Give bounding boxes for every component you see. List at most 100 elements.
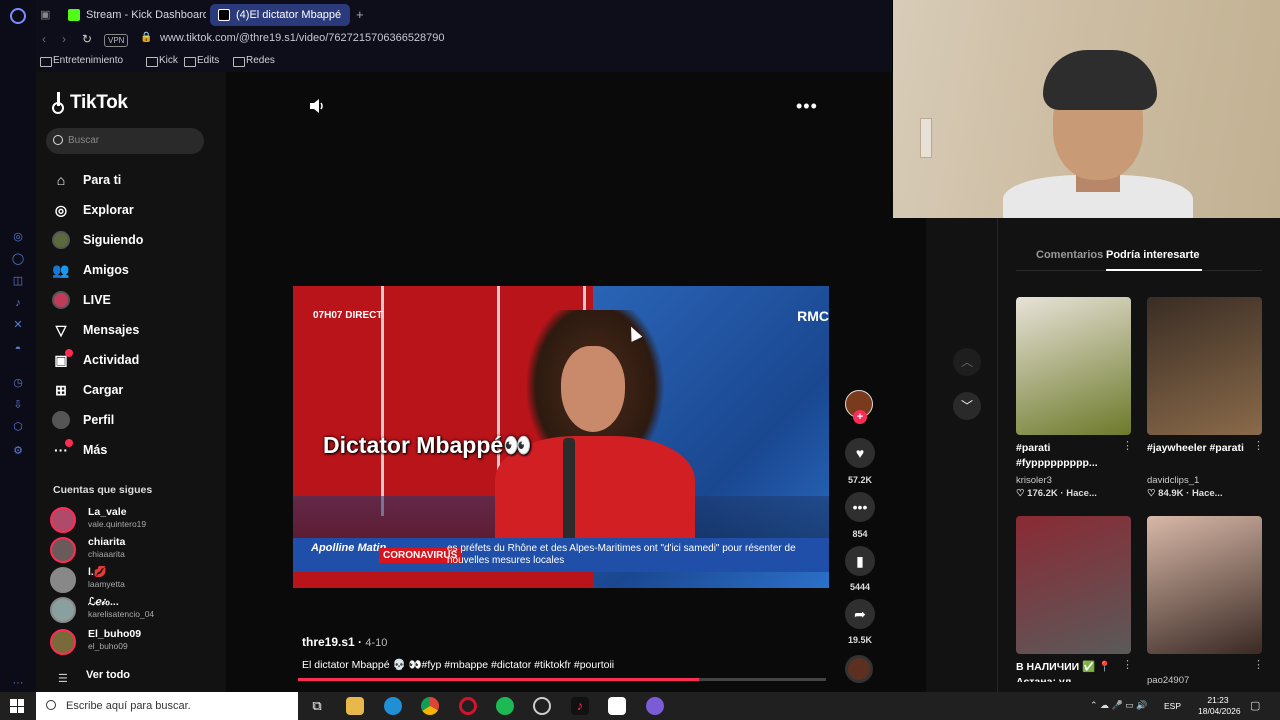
- avatar: [50, 629, 76, 655]
- discord-app-icon[interactable]: [646, 697, 664, 715]
- suggested-video-title[interactable]: #jaywheeler #parati: [1147, 441, 1257, 456]
- notifications-icon[interactable]: ▢: [1250, 699, 1260, 712]
- more-options-icon[interactable]: ⋮: [1253, 658, 1264, 671]
- tiktok-logo[interactable]: TikTok: [52, 92, 128, 114]
- vpn-badge[interactable]: VPN: [104, 34, 129, 47]
- nav-item-siguiendo[interactable]: Siguiendo: [50, 228, 210, 252]
- suggested-video-title[interactable]: В НАЛИЧИИ ✅ 📍 Астана: ул...: [1016, 660, 1126, 682]
- opera-logo-icon[interactable]: [10, 8, 26, 24]
- nav-item-perfil[interactable]: Perfil: [50, 408, 210, 432]
- following-item[interactable]: La_vale vale.quintero19: [50, 506, 220, 534]
- active-tab-indicator: [1106, 269, 1202, 271]
- spotify-icon[interactable]: [496, 697, 514, 715]
- url-field[interactable]: www.tiktok.com/@thre19.s1/video/76272157…: [160, 32, 445, 44]
- bookmark-entretenimiento[interactable]: Entretenimiento: [40, 55, 123, 67]
- nav-item-para-ti[interactable]: ⌂ Para ti: [50, 168, 210, 192]
- more-icon[interactable]: ···: [11, 676, 25, 690]
- volume-icon[interactable]: [308, 98, 326, 114]
- tiktok-app-icon[interactable]: ♪: [571, 697, 589, 715]
- instagram-icon[interactable]: ◫: [11, 274, 25, 288]
- tab-comments[interactable]: Comentarios: [1036, 249, 1103, 261]
- lock-icon[interactable]: 🔒: [140, 32, 152, 43]
- tab-kick-dashboard[interactable]: Stream - Kick Dashboard: [60, 4, 206, 26]
- new-tab-button[interactable]: +: [356, 7, 364, 22]
- suggested-video-user[interactable]: krisoler3: [1016, 475, 1052, 486]
- save-button[interactable]: ▮: [845, 546, 875, 576]
- avatar: [50, 567, 76, 593]
- tab-tiktok-video[interactable]: (4)El dictator Mbappé: [210, 4, 350, 26]
- nav-label: Actividad: [83, 353, 140, 367]
- following-item[interactable]: l.💋 laamyetta: [50, 566, 220, 594]
- suggested-video-thumbnail[interactable]: [1147, 516, 1262, 654]
- bookmark-edits[interactable]: Edits: [184, 55, 219, 67]
- like-button[interactable]: ♥: [845, 438, 875, 468]
- reload-icon[interactable]: ↻: [82, 32, 92, 46]
- see-all-link[interactable]: Ver todo: [86, 669, 130, 681]
- clock[interactable]: 21:23 18/04/2026: [1198, 695, 1241, 717]
- whatsapp-icon[interactable]: ◯: [11, 252, 25, 266]
- profile-avatar: [52, 411, 70, 429]
- share-button[interactable]: ➦: [845, 599, 875, 629]
- nav-item-cargar[interactable]: ⊞ Cargar: [50, 378, 210, 402]
- more-options-icon[interactable]: ⋮: [1122, 658, 1133, 671]
- video-player[interactable]: 07H07 DIRECT RMC Dictator Mbappé👀 Apolli…: [293, 286, 829, 588]
- system-tray-icons[interactable]: ⌃ ☁ 🎤 ▭ 🔊: [1090, 700, 1147, 711]
- suggested-video-thumbnail[interactable]: [1016, 516, 1131, 654]
- tab-overview-icon[interactable]: ▣: [40, 8, 50, 21]
- author-name[interactable]: thre19.s1: [302, 635, 355, 649]
- comment-button[interactable]: •••: [845, 492, 875, 522]
- suggested-video-user[interactable]: davidclips_1: [1147, 475, 1199, 486]
- forward-icon[interactable]: ›: [62, 32, 66, 46]
- nav-item-mensajes[interactable]: ▽ Mensajes: [50, 318, 210, 342]
- downloads-icon[interactable]: ⇩: [11, 398, 25, 412]
- history-icon[interactable]: ◷: [11, 376, 25, 390]
- file-explorer-icon[interactable]: [346, 697, 364, 715]
- more-options-icon[interactable]: ⋮: [1253, 439, 1264, 452]
- windows-start-icon[interactable]: [10, 699, 24, 713]
- messenger-icon[interactable]: ◎: [11, 230, 25, 244]
- nav-item-más[interactable]: ··· Más: [50, 438, 210, 462]
- nav-item-actividad[interactable]: ▣ Actividad: [50, 348, 210, 372]
- suggested-video-thumbnail[interactable]: [1016, 297, 1131, 435]
- back-icon[interactable]: ‹: [42, 32, 46, 46]
- nav-item-live[interactable]: LIVE: [50, 288, 210, 312]
- tiktok-rail-icon[interactable]: ♪: [11, 296, 25, 310]
- task-view-icon[interactable]: ⧉: [308, 697, 326, 715]
- next-video-button[interactable]: ﹀: [953, 392, 981, 420]
- x-icon[interactable]: ✕: [11, 318, 25, 332]
- search-input[interactable]: Buscar: [46, 128, 204, 154]
- tab-label: (4)El dictator Mbappé: [236, 9, 342, 21]
- video-progress-bar[interactable]: [298, 678, 826, 681]
- language-indicator[interactable]: ESP: [1164, 701, 1181, 711]
- following-item[interactable]: chiarita chiaaarita: [50, 536, 220, 564]
- suggested-video-thumbnail[interactable]: [1147, 297, 1262, 435]
- bookmark-kick[interactable]: Kick: [146, 55, 178, 67]
- follow-plus-icon[interactable]: +: [853, 410, 867, 424]
- nav-item-explorar[interactable]: ◎ Explorar: [50, 198, 210, 222]
- discord-icon[interactable]: ◓: [11, 342, 25, 356]
- music-disc[interactable]: [845, 655, 873, 683]
- extensions-icon[interactable]: ⬡: [11, 420, 25, 434]
- following-item[interactable]: El_buho09 el_buho09: [50, 628, 220, 656]
- capcut-icon[interactable]: [608, 697, 626, 715]
- nav-label: Para ti: [83, 173, 122, 187]
- taskbar-search[interactable]: Escribe aquí para buscar.: [36, 692, 298, 720]
- previous-video-button[interactable]: ︿: [953, 348, 981, 376]
- tab-suggestions[interactable]: Podría interesarte: [1106, 249, 1200, 261]
- edge-icon[interactable]: [384, 697, 402, 715]
- suggested-video-user[interactable]: pao24907: [1147, 675, 1189, 686]
- chrome-icon[interactable]: [421, 697, 439, 715]
- obs-icon[interactable]: [533, 697, 551, 715]
- clock-time: 21:23: [1207, 695, 1229, 705]
- compass-icon: ◎: [54, 202, 68, 218]
- following-name: El_buho09: [88, 628, 142, 640]
- more-options-icon[interactable]: •••: [796, 96, 818, 117]
- nav-item-amigos[interactable]: 👥 Amigos: [50, 258, 210, 282]
- more-options-icon[interactable]: ⋮: [1122, 439, 1133, 452]
- bookmark-redes[interactable]: Redes: [233, 55, 275, 67]
- settings-icon[interactable]: ⚙: [11, 444, 25, 458]
- video-author[interactable]: thre19.s1 · 4-10: [302, 635, 387, 649]
- following-item[interactable]: ℒℯ𝒾ℴ... karelisatencio_04: [50, 596, 220, 624]
- opera-icon[interactable]: [459, 697, 477, 715]
- suggested-video-title[interactable]: #parati #fyppppppppp...: [1016, 441, 1126, 471]
